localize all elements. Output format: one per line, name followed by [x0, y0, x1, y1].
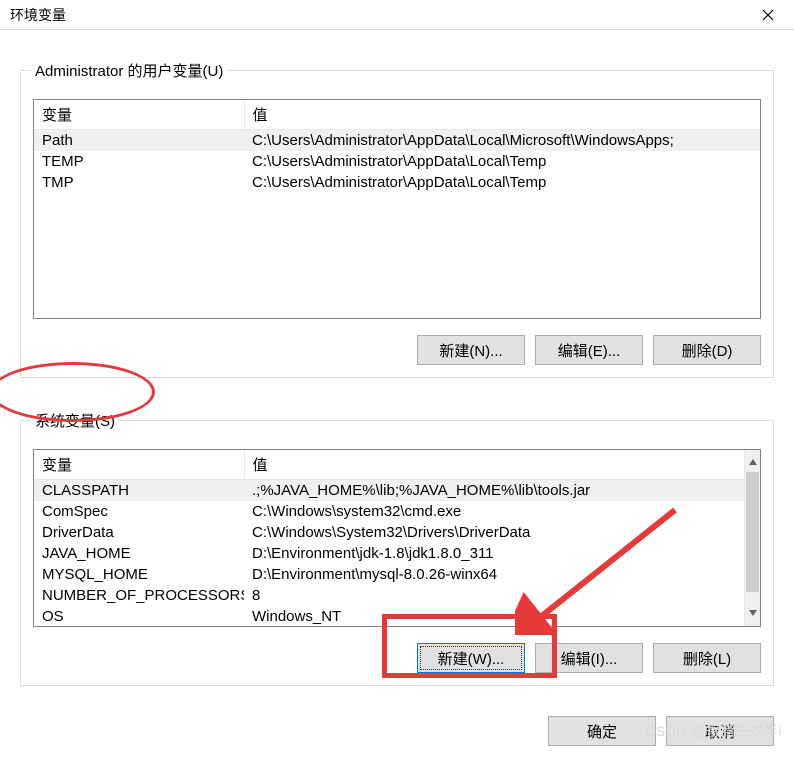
table-row[interactable]: OSWindows_NT — [34, 606, 760, 627]
sys-buttons-row: 新建(W)... 编辑(I)... 删除(L) — [33, 643, 761, 673]
system-variables-table-container[interactable]: 变量 值 CLASSPATH.;%JAVA_HOME%\lib;%JAVA_HO… — [33, 449, 761, 627]
cell-value: 8 — [244, 585, 760, 606]
cell-value: D:\Environment\mysql-8.0.26-winx64 — [244, 564, 760, 585]
table-row[interactable]: TMP C:\Users\Administrator\AppData\Local… — [34, 172, 760, 193]
table-row[interactable]: Path C:\Users\Administrator\AppData\Loca… — [34, 130, 760, 152]
cell-value: C:\Users\Administrator\AppData\Local\Mic… — [244, 130, 760, 152]
table-row[interactable]: MYSQL_HOMED:\Environment\mysql-8.0.26-wi… — [34, 564, 760, 585]
cell-value: C:\Windows\system32\cmd.exe — [244, 501, 760, 522]
close-button[interactable] — [748, 3, 788, 27]
close-icon — [762, 9, 774, 21]
cell-variable: DriverData — [34, 522, 244, 543]
user-variables-table-container[interactable]: 变量 值 Path C:\Users\Administrator\AppData… — [33, 99, 761, 319]
sys-new-button[interactable]: 新建(W)... — [417, 643, 525, 673]
user-variables-group: Administrator 的用户变量(U) 变量 值 Path C:\User… — [20, 60, 774, 378]
user-col-header-value[interactable]: 值 — [244, 100, 760, 130]
user-buttons-row: 新建(N)... 编辑(E)... 删除(D) — [33, 335, 761, 365]
cell-variable: NUMBER_OF_PROCESSORS — [34, 585, 244, 606]
cell-value: C:\Windows\System32\Drivers\DriverData — [244, 522, 760, 543]
sys-col-header-variable[interactable]: 变量 — [34, 450, 244, 480]
table-row[interactable]: CLASSPATH.;%JAVA_HOME%\lib;%JAVA_HOME%\l… — [34, 480, 760, 502]
table-row[interactable]: TEMP C:\Users\Administrator\AppData\Loca… — [34, 151, 760, 172]
sys-edit-button[interactable]: 编辑(I)... — [535, 643, 643, 673]
cell-value: .;%JAVA_HOME%\lib;%JAVA_HOME%\lib\tools.… — [244, 480, 760, 502]
window-title: 环境变量 — [10, 5, 66, 25]
table-row[interactable]: NUMBER_OF_PROCESSORS8 — [34, 585, 760, 606]
table-row[interactable]: JAVA_HOMED:\Environment\jdk-1.8\jdk1.8.0… — [34, 543, 760, 564]
user-variables-table: 变量 值 Path C:\Users\Administrator\AppData… — [34, 100, 760, 193]
table-row[interactable]: ComSpecC:\Windows\system32\cmd.exe — [34, 501, 760, 522]
cell-variable: CLASSPATH — [34, 480, 244, 502]
scrollbar-thumb[interactable] — [746, 472, 759, 592]
user-group-legend: Administrator 的用户变量(U) — [31, 60, 227, 81]
user-delete-button[interactable]: 删除(D) — [653, 335, 761, 365]
user-edit-button[interactable]: 编辑(E)... — [535, 335, 643, 365]
cell-value: C:\Users\Administrator\AppData\Local\Tem… — [244, 151, 760, 172]
scroll-up-icon — [748, 454, 758, 471]
cell-value: C:\Users\Administrator\AppData\Local\Tem… — [244, 172, 760, 193]
sys-col-header-value[interactable]: 值 — [244, 450, 760, 480]
cell-variable: ComSpec — [34, 501, 244, 522]
system-variables-group: 系统变量(S) 变量 值 CLASSPATH.;%JAVA_HOME%\lib;… — [20, 410, 774, 686]
cancel-button[interactable]: 取消 — [666, 716, 774, 746]
dialog-buttons-row: 确定 取消 — [0, 716, 794, 756]
cell-variable: TMP — [34, 172, 244, 193]
ok-button[interactable]: 确定 — [548, 716, 656, 746]
cell-variable: TEMP — [34, 151, 244, 172]
user-col-header-variable[interactable]: 变量 — [34, 100, 244, 130]
dialog-content: Administrator 的用户变量(U) 变量 值 Path C:\User… — [0, 30, 794, 716]
scroll-down-icon — [748, 605, 758, 622]
table-row[interactable]: DriverDataC:\Windows\System32\Drivers\Dr… — [34, 522, 760, 543]
system-variables-table: 变量 值 CLASSPATH.;%JAVA_HOME%\lib;%JAVA_HO… — [34, 450, 760, 627]
cell-variable: JAVA_HOME — [34, 543, 244, 564]
sys-delete-button[interactable]: 删除(L) — [653, 643, 761, 673]
title-bar: 环境变量 — [0, 0, 794, 30]
cell-value: Windows_NT — [244, 606, 760, 627]
cell-variable: OS — [34, 606, 244, 627]
cell-value: D:\Environment\jdk-1.8\jdk1.8.0_311 — [244, 543, 760, 564]
sys-group-legend: 系统变量(S) — [31, 410, 119, 431]
cell-variable: MYSQL_HOME — [34, 564, 244, 585]
cell-variable: Path — [34, 130, 244, 152]
user-new-button[interactable]: 新建(N)... — [417, 335, 525, 365]
system-scrollbar[interactable] — [744, 450, 760, 626]
